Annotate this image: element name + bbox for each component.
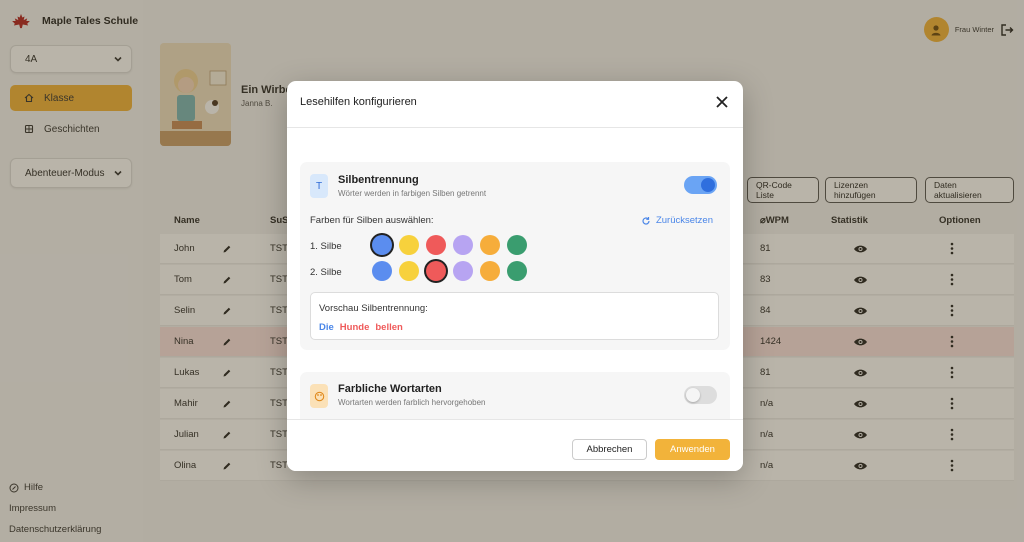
reset-label: Zurücksetzen <box>655 215 713 226</box>
color-swatch-syllable-1[interactable] <box>453 235 473 255</box>
close-icon[interactable] <box>714 94 730 110</box>
wordtypes-card: Farbliche Wortarten Wortarten werden far… <box>300 372 730 419</box>
toggle-knob <box>686 388 700 402</box>
syllable-2-swatches <box>372 261 527 281</box>
color-swatch-syllable-2[interactable] <box>426 261 446 281</box>
dialog-header: Lesehilfen konfigurieren <box>287 81 743 128</box>
palette-glyph-icon <box>314 391 324 401</box>
preview-text: Die Hunde bellen <box>319 322 409 333</box>
refresh-icon <box>642 216 650 225</box>
color-swatch-syllable-2[interactable] <box>507 261 527 281</box>
preview-label: Vorschau Silbentrennung: <box>319 303 428 314</box>
color-swatch-syllable-2[interactable] <box>372 261 392 281</box>
preview-word: Hunde <box>339 322 370 333</box>
color-swatch-syllable-1[interactable] <box>426 235 446 255</box>
preview-word: bellen <box>375 322 403 333</box>
reading-aids-dialog: Lesehilfen konfigurieren T Silbentrennun… <box>287 81 743 471</box>
color-swatch-syllable-2[interactable] <box>480 261 500 281</box>
color-swatch-syllable-1[interactable] <box>372 235 392 255</box>
syllable-toggle[interactable] <box>684 176 717 194</box>
text-format-icon: T <box>310 174 328 198</box>
syllable-subtitle: Wörter werden in farbigen Silben getrenn… <box>338 189 487 198</box>
color-swatch-syllable-1[interactable] <box>480 235 500 255</box>
color-swatch-syllable-2[interactable] <box>399 261 419 281</box>
syllable-preview: Vorschau Silbentrennung: Die Hunde bellen <box>310 292 719 340</box>
reset-button[interactable]: Zurücksetzen <box>641 215 713 226</box>
syllable-card: T Silbentrennung Wörter werden in farbig… <box>300 162 730 350</box>
wordtypes-subtitle: Wortarten werden farblich hervorgehoben <box>338 398 486 407</box>
color-swatch-syllable-2[interactable] <box>453 261 473 281</box>
syllable-1-swatches <box>372 235 527 255</box>
preview-word: Die <box>319 322 334 333</box>
cancel-button[interactable]: Abbrechen <box>572 439 647 460</box>
wordtypes-title: Farbliche Wortarten <box>338 383 442 395</box>
color-swatch-syllable-1[interactable] <box>507 235 527 255</box>
dialog-footer: Abbrechen Anwenden <box>287 419 743 471</box>
dialog-body: T Silbentrennung Wörter werden in farbig… <box>287 129 743 419</box>
text-format-letter: T <box>315 180 323 192</box>
colors-label: Farben für Silben auswählen: <box>310 215 434 226</box>
dialog-title: Lesehilfen konfigurieren <box>300 96 417 108</box>
syllable-1-label: 1. Silbe <box>310 241 342 252</box>
toggle-knob <box>701 178 715 192</box>
palette-icon <box>310 384 328 408</box>
syllable-title: Silbentrennung <box>338 174 419 186</box>
color-swatch-syllable-1[interactable] <box>399 235 419 255</box>
wordtypes-toggle[interactable] <box>684 386 717 404</box>
apply-button[interactable]: Anwenden <box>655 439 730 460</box>
syllable-2-label: 2. Silbe <box>310 267 342 278</box>
